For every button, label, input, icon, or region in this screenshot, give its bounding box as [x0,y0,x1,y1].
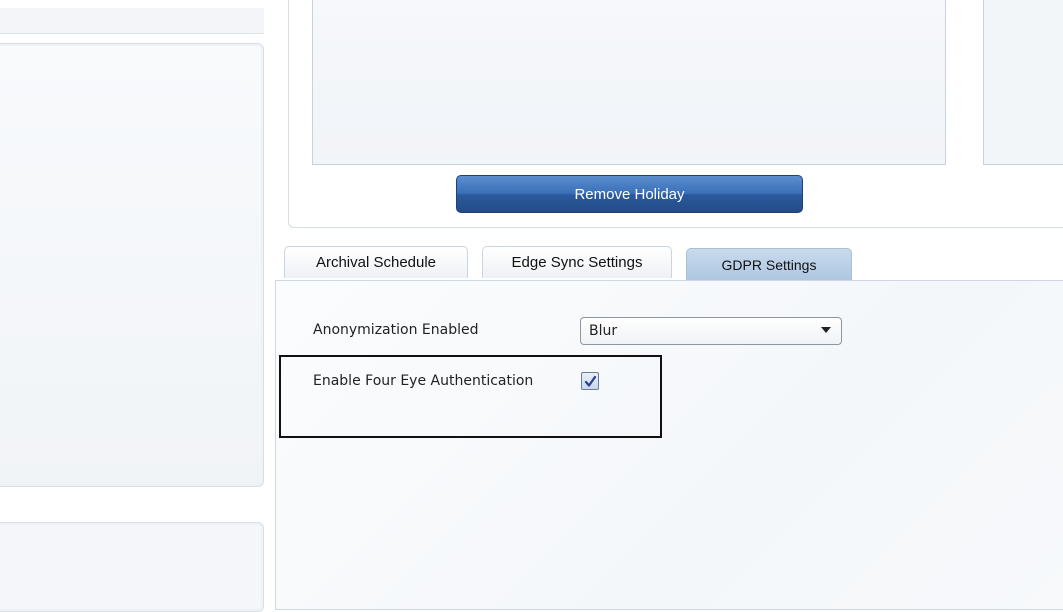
highlight-box [279,355,662,438]
remove-holiday-button[interactable]: Remove Holiday [456,175,803,213]
remove-holiday-label: Remove Holiday [574,185,685,203]
left-panel-top [0,43,264,487]
left-panel-bottom [0,522,264,612]
anonymization-label: Anonymization Enabled [313,322,479,338]
tab-archival-schedule-label: Archival Schedule [315,254,437,271]
tab-edge-sync-settings[interactable]: Edge Sync Settings [482,246,672,278]
tab-edge-sync-settings-label: Edge Sync Settings [511,254,643,271]
secondary-list[interactable] [983,0,1063,165]
anonymization-select[interactable]: Blur [580,317,842,345]
tab-gdpr-settings-label: GDPR Settings [721,256,817,273]
holiday-list[interactable] [312,0,946,165]
anonymization-select-value: Blur [589,323,618,339]
chevron-down-icon [821,327,831,333]
tab-gdpr-settings[interactable]: GDPR Settings [686,248,852,280]
tab-archival-schedule[interactable]: Archival Schedule [284,246,468,278]
left-header-strip [0,8,264,34]
